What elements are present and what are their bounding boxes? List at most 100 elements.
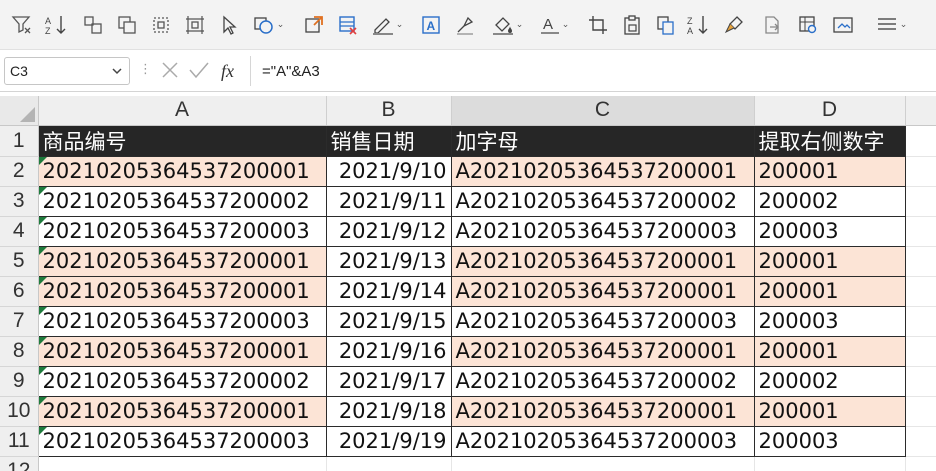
error-indicator-icon[interactable] [39,157,47,165]
empty-cell[interactable] [905,125,936,157]
cell-right-digits[interactable]: 200003 [753,305,906,337]
data-validation-icon[interactable] [794,11,822,39]
select-object-icon[interactable] [148,11,174,39]
cell-right-digits[interactable]: 200001 [753,335,906,367]
column-header-c[interactable]: C [451,96,755,126]
cell-prefixed-id[interactable]: A20210205364537200001 [450,245,755,277]
cell-sale-date[interactable]: 2021/9/19 [325,425,452,457]
empty-cell[interactable] [905,246,936,277]
row-header[interactable]: 1 [0,125,39,157]
error-indicator-icon[interactable] [39,217,47,225]
cell-right-digits[interactable]: 200001 [753,245,906,277]
empty-cell[interactable] [905,306,936,337]
cell-product-id[interactable]: 20210205364537200001 [37,245,327,277]
empty-cell[interactable] [754,456,906,471]
row-header[interactable]: 11 [0,426,39,457]
column-header-b[interactable]: B [326,96,452,126]
empty-cell[interactable] [905,366,936,397]
empty-cell[interactable] [905,216,936,247]
table-delete-icon[interactable] [334,11,362,39]
group-icon[interactable] [80,11,106,39]
row-header[interactable]: 8 [0,336,39,367]
insert-function-icon[interactable]: fx [220,60,244,82]
cancel-icon[interactable] [160,60,180,80]
textbox-icon[interactable]: A [418,11,444,39]
row-header[interactable]: 2 [0,156,39,187]
column-header-d[interactable]: D [754,96,906,126]
cell-prefixed-id[interactable]: A20210205364537200002 [450,185,755,217]
header-cell[interactable]: 商品编号 [37,124,327,157]
cell-right-digits[interactable]: 200001 [753,155,906,187]
cell-prefixed-id[interactable]: A20210205364537200002 [450,365,755,397]
sort-az-icon[interactable]: AZ [42,11,70,39]
error-indicator-icon[interactable] [39,337,47,345]
chevron-down-icon[interactable] [111,65,123,77]
header-cell[interactable]: 销售日期 [325,124,452,157]
cell-sale-date[interactable]: 2021/9/16 [325,335,452,367]
format-painter-icon[interactable] [452,11,478,39]
empty-cell[interactable] [451,456,755,471]
empty-cell[interactable] [326,456,452,471]
cell-sale-date[interactable]: 2021/9/15 [325,305,452,337]
enter-icon[interactable] [188,60,210,80]
row-header[interactable]: 3 [0,186,39,217]
paste-icon[interactable] [618,11,646,39]
cell-right-digits[interactable]: 200001 [753,275,906,307]
empty-cell[interactable] [905,186,936,217]
menu-icon[interactable]: ⌄ [866,11,916,39]
row-header[interactable]: 6 [0,276,39,307]
export-icon[interactable] [758,11,786,39]
cell-prefixed-id[interactable]: A20210205364537200001 [450,395,755,427]
cell-right-digits[interactable]: 200002 [753,365,906,397]
cell-prefixed-id[interactable]: A20210205364537200001 [450,335,755,367]
cell-product-id[interactable]: 20210205364537200001 [37,335,327,367]
cell-sale-date[interactable]: 2021/9/17 [325,365,452,397]
cell-prefixed-id[interactable]: A20210205364537200001 [450,275,755,307]
formula-bar-grip-icon[interactable]: ⋮ [139,62,152,77]
row-header[interactable]: 5 [0,246,39,277]
cell-product-id[interactable]: 20210205364537200001 [37,395,327,427]
sort-za-icon[interactable]: ZA [684,11,712,39]
error-indicator-icon[interactable] [39,247,47,255]
empty-cell[interactable] [905,276,936,307]
cell-product-id[interactable]: 20210205364537200003 [37,305,327,337]
error-indicator-icon[interactable] [39,277,47,285]
column-header-e[interactable] [905,96,936,126]
cell-prefixed-id[interactable]: A20210205364537200003 [450,215,755,247]
cell-right-digits[interactable]: 200002 [753,185,906,217]
cell-sale-date[interactable]: 2021/9/10 [325,155,452,187]
cell-prefixed-id[interactable]: A20210205364537200001 [450,155,755,187]
row-header[interactable]: 10 [0,396,39,427]
insert-picture-icon[interactable] [300,11,328,39]
select-all-corner[interactable] [0,96,39,126]
cell-product-id[interactable]: 20210205364537200001 [37,275,327,307]
edit-icon[interactable]: ⌄ [366,11,408,39]
brush-icon[interactable] [720,11,748,39]
row-header[interactable]: 7 [0,306,39,337]
screenshot-icon[interactable] [830,11,858,39]
cell-product-id[interactable]: 20210205364537200003 [37,425,327,457]
row-header[interactable]: 12 [0,456,39,471]
empty-cell[interactable] [905,456,936,471]
cell-sale-date[interactable]: 2021/9/13 [325,245,452,277]
pointer-icon[interactable] [216,11,242,39]
cell-sale-date[interactable]: 2021/9/12 [325,215,452,247]
error-indicator-icon[interactable] [39,307,47,315]
empty-cell[interactable] [905,396,936,427]
row-header[interactable]: 4 [0,216,39,247]
formula-input[interactable]: ="A"&A3 [262,59,922,83]
cell-product-id[interactable]: 20210205364537200002 [37,185,327,217]
error-indicator-icon[interactable] [39,187,47,195]
shapes-icon[interactable]: ⌄ [248,11,288,39]
selection-pane-icon[interactable] [182,11,208,39]
font-color-icon[interactable]: A ⌄ [534,11,574,39]
header-cell[interactable]: 加字母 [450,124,755,157]
error-indicator-icon[interactable] [39,367,47,375]
empty-cell[interactable] [905,336,936,367]
filter-clear-icon[interactable] [8,11,36,39]
cell-product-id[interactable]: 20210205364537200003 [37,215,327,247]
cell-right-digits[interactable]: 200003 [753,215,906,247]
cell-sale-date[interactable]: 2021/9/18 [325,395,452,427]
empty-cell[interactable] [905,156,936,187]
fill-color-icon[interactable]: ⌄ [486,11,528,39]
